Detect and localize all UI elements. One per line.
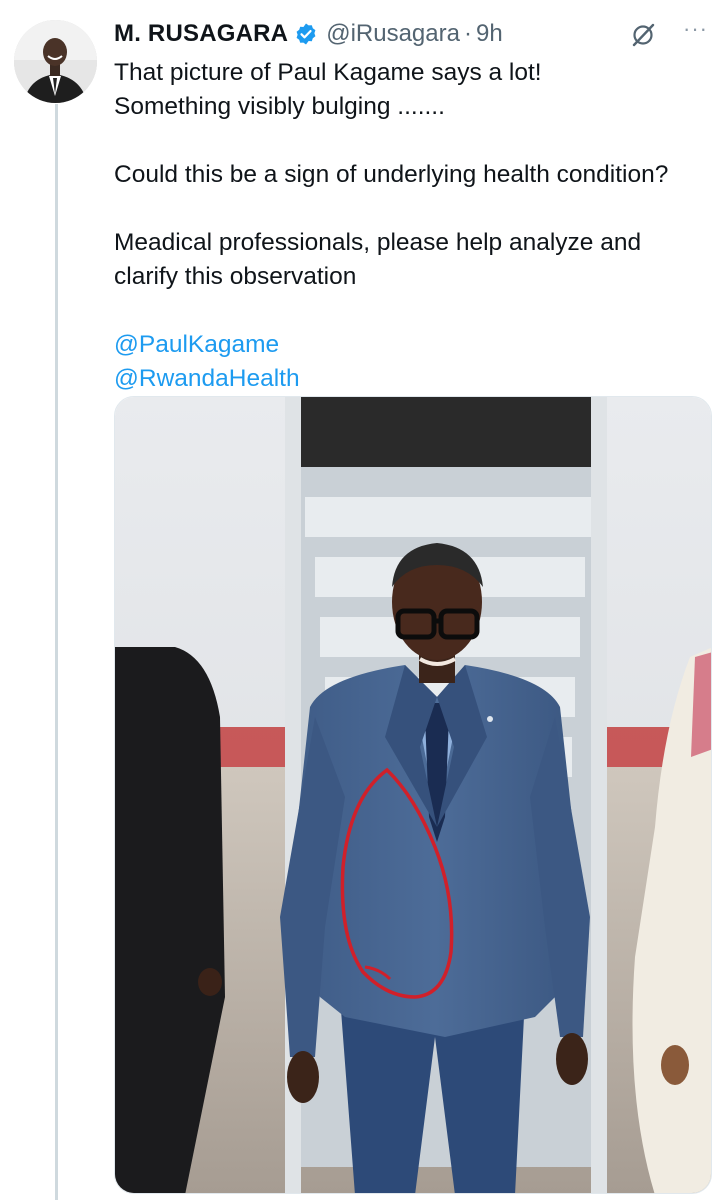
tweet-line-1: That picture of Paul Kagame says a lot! bbox=[114, 59, 542, 86]
tweet-text: That picture of Paul Kagame says a lot! … bbox=[114, 56, 704, 396]
tweet-line-3: Could this be a sign of underlying healt… bbox=[114, 161, 669, 188]
separator-dot: · bbox=[463, 20, 472, 47]
avatar[interactable] bbox=[14, 20, 97, 103]
display-name[interactable]: M. RUSAGARA bbox=[114, 20, 288, 48]
tweet-line-4: Meadical professionals, please help anal… bbox=[114, 229, 642, 290]
verified-badge-icon bbox=[296, 23, 316, 45]
more-options-icon[interactable]: ··· bbox=[683, 18, 708, 40]
mention-rwandahealth[interactable]: @RwandaHealth bbox=[114, 365, 300, 392]
grok-icon[interactable] bbox=[630, 22, 656, 48]
thread-line bbox=[55, 104, 58, 1200]
mentions: @PaulKagame @RwandaHealth bbox=[114, 294, 704, 396]
tweet-line-2: Something visibly bulging ....... bbox=[114, 93, 445, 120]
tweet-card[interactable]: M. RUSAGARA @iRusagara · 9h ··· That pic… bbox=[0, 0, 728, 1200]
user-handle[interactable]: @iRusagara bbox=[326, 20, 460, 48]
mention-paulkagame[interactable]: @PaulKagame bbox=[114, 331, 279, 358]
tweet-header: M. RUSAGARA @iRusagara · 9h ··· bbox=[114, 14, 712, 54]
tweet-photo[interactable] bbox=[114, 396, 712, 1194]
timestamp[interactable]: 9h bbox=[476, 20, 503, 48]
